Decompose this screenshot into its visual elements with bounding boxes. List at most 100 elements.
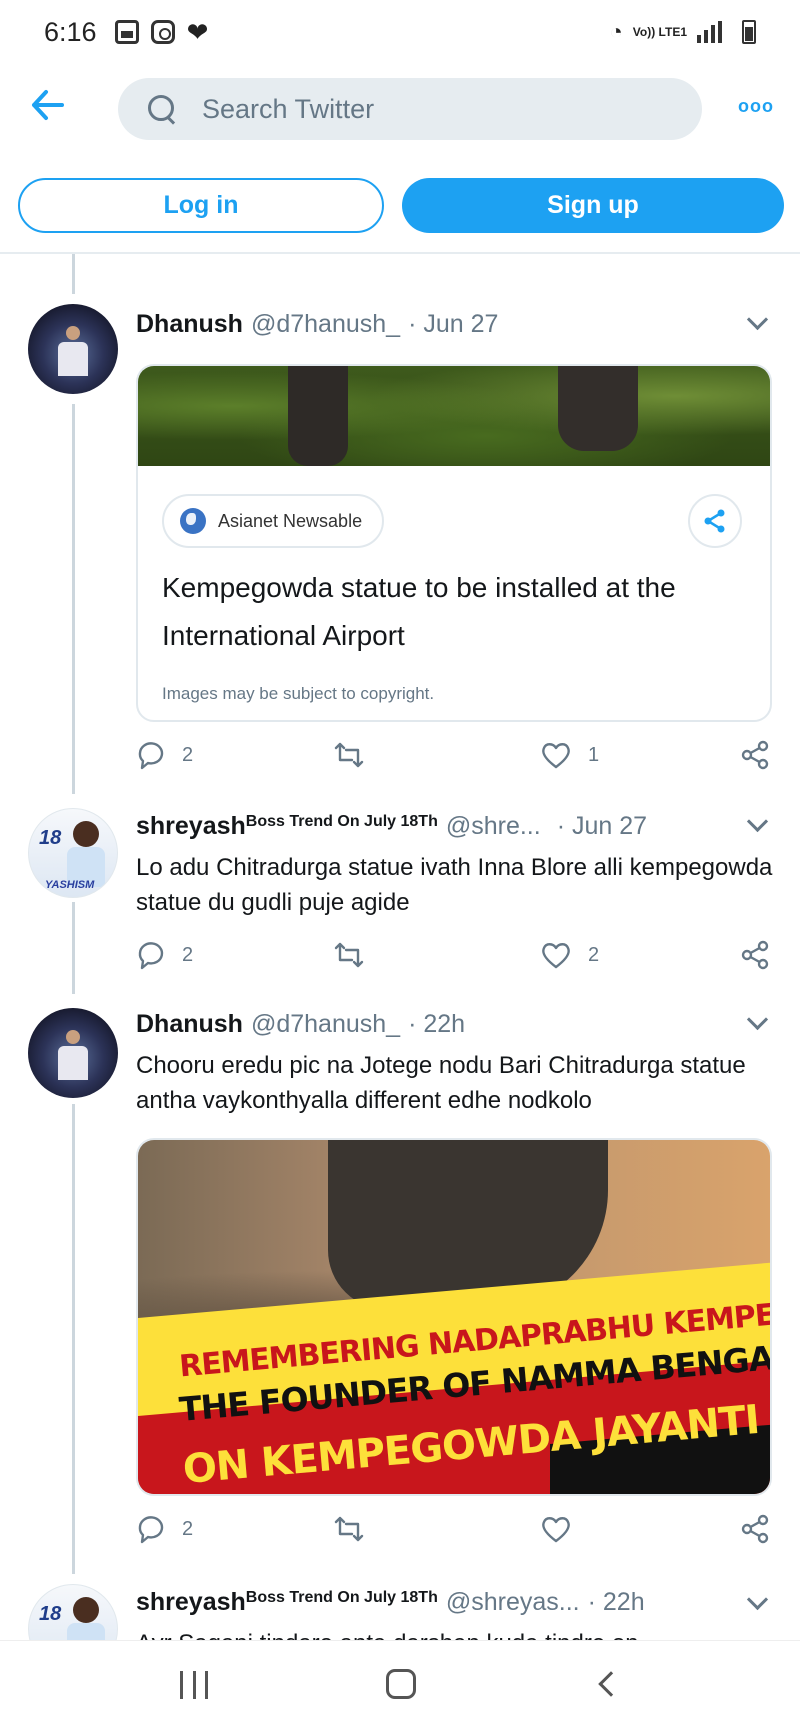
tweet-header: Dhanush @d7hanush_ · Jun 27	[136, 310, 498, 339]
auth-buttons: Log in Sign up	[18, 178, 784, 233]
like-count: 1	[588, 743, 600, 766]
avatar[interactable]: 18 YASHISM	[28, 808, 118, 898]
tweet-time: · Jun 27	[408, 310, 499, 338]
reply-count: 2	[182, 743, 194, 766]
card-source-label: Asianet Newsable	[218, 510, 363, 531]
thread-line	[72, 1104, 75, 1574]
signal-icon	[697, 21, 722, 43]
tweet-actions: 2	[136, 1514, 776, 1550]
retweet-button[interactable]	[332, 940, 366, 970]
share-button[interactable]	[740, 940, 770, 970]
card-share-button[interactable]	[688, 494, 742, 548]
user-name[interactable]: Dhanush	[136, 1010, 243, 1039]
user-handle[interactable]: @d7hanush_	[251, 310, 400, 339]
thread-line	[72, 902, 75, 994]
avatar-text: 18	[39, 827, 62, 849]
chevron-down-icon[interactable]	[746, 1590, 768, 1612]
tweet-actions: 2 2	[136, 940, 776, 976]
search-input[interactable]: Search Twitter	[118, 78, 702, 140]
user-name-suffix: Boss Trend On July 18Th	[245, 813, 438, 830]
share-icon	[741, 1514, 769, 1544]
heart-icon: ❤	[186, 16, 209, 47]
home-icon[interactable]	[386, 1669, 416, 1699]
share-icon	[741, 940, 769, 970]
card-image	[138, 366, 770, 466]
like-button[interactable]: 2	[540, 940, 599, 970]
tweet-text: Lo adu Chitradurga statue ivath Inna Blo…	[136, 854, 773, 916]
thread-line	[72, 254, 75, 294]
user-handle[interactable]: @d7hanush_	[251, 1010, 400, 1039]
share-button[interactable]	[740, 740, 770, 770]
wifi-icon: ◔	[609, 19, 623, 44]
retweet-icon	[334, 1516, 364, 1542]
system-nav-bar	[0, 1640, 800, 1733]
tweet-actions: 2 1	[136, 740, 776, 776]
recent-apps-icon[interactable]	[180, 1671, 208, 1699]
reply-button[interactable]: 2	[136, 1514, 193, 1544]
signup-button[interactable]: Sign up	[402, 178, 784, 233]
retweet-button[interactable]	[332, 740, 366, 770]
system-back-icon[interactable]	[598, 1671, 624, 1697]
link-card[interactable]: Asianet Newsable Kempegowda statue to be…	[136, 364, 772, 722]
chevron-down-icon[interactable]	[746, 310, 768, 332]
avatar[interactable]	[28, 1008, 118, 1098]
top-bar: Search Twitter ooo	[0, 74, 800, 144]
reply-button[interactable]: 2	[136, 940, 193, 970]
card-source: Asianet Newsable	[162, 494, 385, 548]
search-placeholder: Search Twitter	[202, 93, 375, 124]
chevron-down-icon[interactable]	[746, 812, 768, 834]
card-note: Images may be subject to copyright.	[162, 684, 435, 703]
avatar[interactable]: 18	[28, 1584, 118, 1640]
retweet-icon	[334, 942, 364, 968]
share-button[interactable]	[740, 1514, 770, 1544]
tweet-text: Chooru eredu pic na Jotege nodu Bari Chi…	[136, 1052, 746, 1114]
status-right-icons: ◔ Vo)) LTE1	[609, 19, 756, 45]
globe-icon	[180, 508, 206, 534]
avatar-text: 18	[39, 1603, 62, 1625]
reply-icon	[138, 942, 164, 970]
like-count: 2	[588, 943, 600, 966]
tweet-time: · 22h	[587, 1588, 645, 1616]
retweet-icon	[334, 742, 364, 768]
tweet-time: · 22h	[408, 1010, 466, 1038]
header-divider	[0, 252, 800, 254]
heart-outline-icon	[542, 943, 570, 969]
user-name[interactable]: Dhanush	[136, 310, 243, 339]
like-button[interactable]	[540, 1514, 572, 1544]
user-name[interactable]: shreyash	[136, 1588, 246, 1617]
chevron-down-icon[interactable]	[746, 1010, 768, 1032]
tweet-header: shreyash Boss Trend On July 18Th @shre..…	[136, 812, 647, 841]
gallery-icon	[114, 20, 139, 44]
status-time: 6:16	[44, 16, 97, 47]
user-name[interactable]: shreyash	[136, 812, 246, 841]
user-handle[interactable]: @shreyas...	[446, 1588, 580, 1617]
heart-outline-icon	[542, 743, 570, 769]
twitter-search-screen: { "status_bar": { "time": "6:16", "netwo…	[0, 0, 800, 1733]
like-button[interactable]: 1	[540, 740, 599, 770]
share-icon	[741, 740, 769, 770]
reply-count: 2	[182, 1517, 194, 1540]
card-title: Kempegowda statue to be installed at the…	[162, 572, 676, 651]
reply-icon	[138, 1516, 164, 1544]
thread-line	[72, 404, 75, 794]
status-bar: 6:16 ❤ ◔ Vo)) LTE1	[0, 0, 800, 64]
tweet-time: · Jun 27	[556, 812, 648, 840]
network-label: Vo)) LTE1	[632, 25, 687, 39]
user-handle[interactable]: @shre...	[446, 812, 541, 841]
reply-icon	[138, 742, 164, 770]
login-button[interactable]: Log in	[18, 178, 384, 233]
heart-outline-icon	[542, 1517, 570, 1543]
battery-icon	[742, 20, 756, 44]
reply-button[interactable]: 2	[136, 740, 193, 770]
more-options-icon[interactable]: ooo	[738, 96, 774, 117]
avatar[interactable]	[28, 304, 118, 394]
tweet-image[interactable]: REMEMBERING NADAPRABHU KEMPEGOWDA THE FO…	[136, 1138, 772, 1496]
tweet-header: shreyash Boss Trend On July 18Th @shreya…	[136, 1588, 645, 1617]
retweet-button[interactable]	[332, 1514, 366, 1544]
search-icon	[148, 95, 176, 123]
tweet[interactable]: 18 shreyash Boss Trend On July 18Th @shr…	[0, 1582, 800, 1640]
instagram-icon	[150, 20, 175, 44]
back-arrow-icon[interactable]	[30, 88, 70, 128]
tweet-header: Dhanush @d7hanush_ · 22h	[136, 1010, 465, 1039]
avatar-name: YASHISM	[45, 879, 95, 891]
